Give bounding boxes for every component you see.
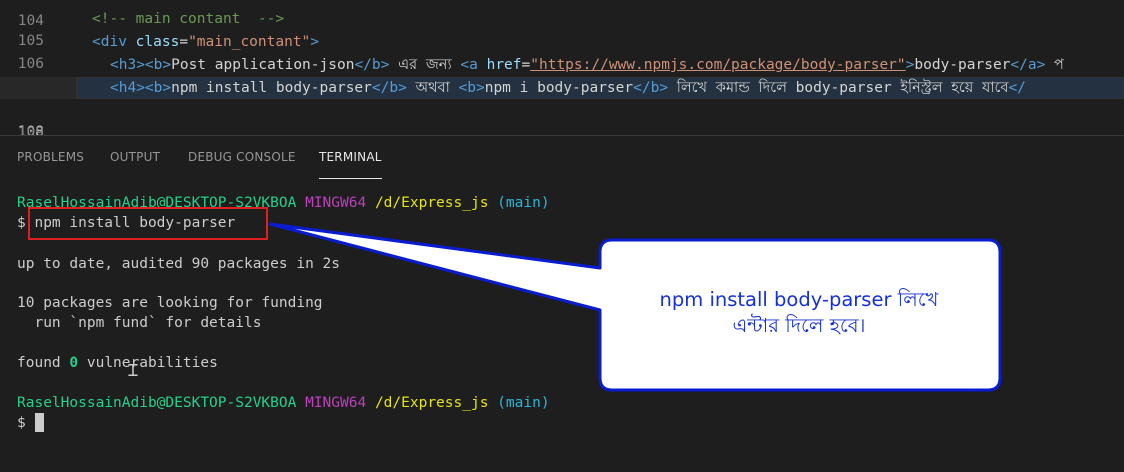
callout-text: npm install body-parser লিখে এন্টার দিলে… [602,287,996,339]
callout-line: npm install body-parser লিখে [659,288,939,311]
callout-bubble [268,222,1002,392]
callout-line: এন্টার দিলে হবে। [732,314,866,337]
